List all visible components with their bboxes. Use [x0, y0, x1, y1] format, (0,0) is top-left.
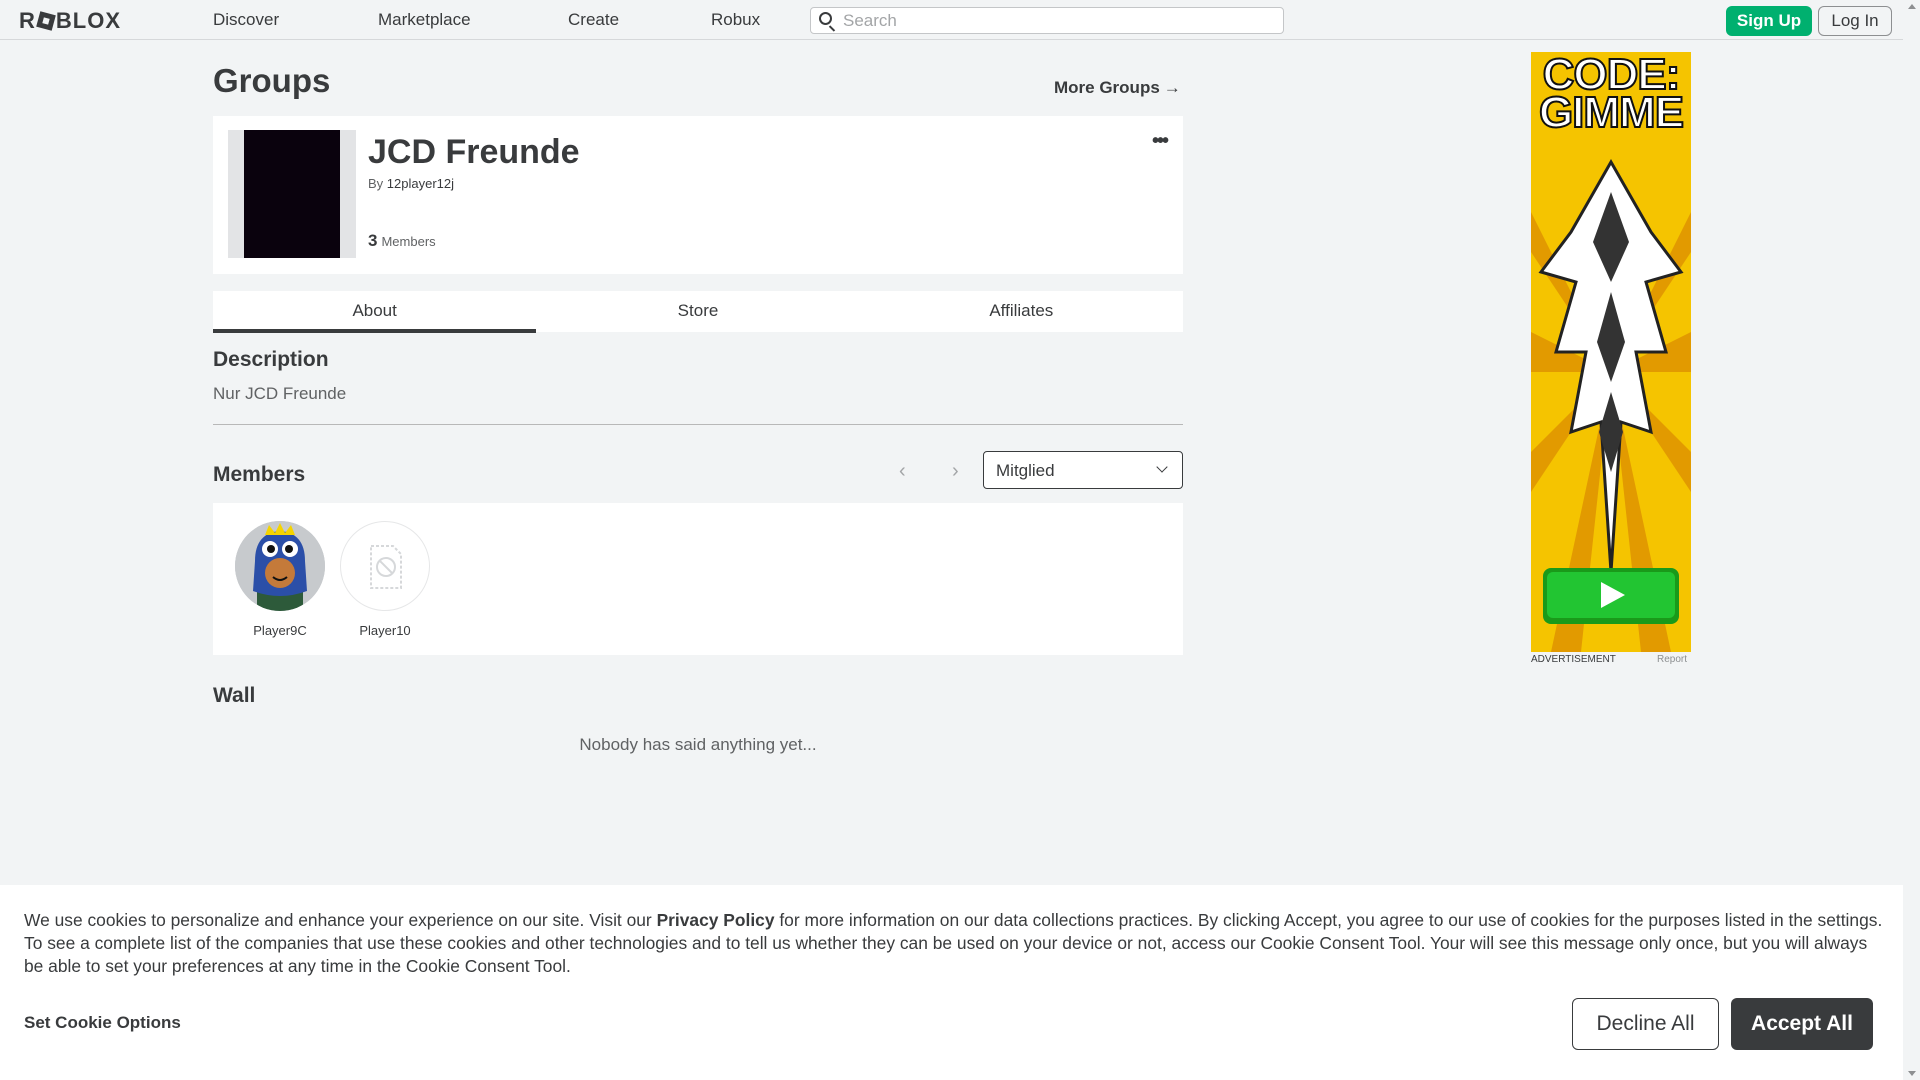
group-name: JCD Freunde: [368, 133, 580, 171]
search-input[interactable]: [843, 11, 1273, 31]
search-icon: [819, 12, 832, 25]
description-text: Nur JCD Freunde: [213, 384, 347, 403]
group-member-count: 3 Members: [368, 231, 436, 251]
cookie-banner: We use cookies to personalize and enhanc…: [0, 885, 1903, 1080]
set-cookie-options-link[interactable]: Set Cookie Options: [24, 1013, 181, 1033]
more-dots-icon[interactable]: •••: [1152, 130, 1169, 153]
avatar: [340, 521, 430, 611]
ad-report-link[interactable]: Report: [1657, 654, 1687, 665]
tab-affiliates[interactable]: Affiliates: [860, 291, 1183, 332]
sign-up-button[interactable]: Sign Up: [1726, 6, 1812, 36]
chevron-left-icon[interactable]: ‹: [899, 460, 906, 483]
member-item[interactable]: Player9C: [234, 521, 326, 638]
advertisement-banner[interactable]: CODE: GIMME: [1531, 52, 1691, 652]
nav-robux[interactable]: Robux: [711, 10, 760, 30]
top-nav-bar: R BLOX Discover Marketplace Create Robux …: [0, 0, 1920, 40]
group-tabs: About Store Affiliates: [213, 291, 1183, 333]
tab-about[interactable]: About: [213, 291, 537, 333]
privacy-policy-link[interactable]: Privacy Policy: [657, 910, 775, 930]
members-list: Player9C Player10: [213, 503, 1183, 655]
member-name: Player9C: [253, 623, 307, 638]
chevron-right-icon[interactable]: ›: [952, 460, 959, 483]
log-in-button[interactable]: Log In: [1818, 6, 1892, 36]
by-label: By: [368, 176, 384, 191]
wall-empty-message: Nobody has said anything yet...: [579, 735, 817, 754]
member-name: Player10: [359, 623, 411, 638]
avatar-image: [235, 521, 325, 611]
search-box[interactable]: [810, 7, 1284, 34]
members-heading: Members: [213, 463, 306, 486]
divider: [213, 424, 1183, 425]
decline-all-button[interactable]: Decline All: [1572, 998, 1719, 1050]
ad-artwork: [1531, 52, 1691, 652]
wall-heading: Wall: [213, 684, 256, 707]
nav-discover[interactable]: Discover: [213, 10, 279, 30]
description-heading: Description: [213, 348, 329, 371]
page-title: Groups: [213, 62, 331, 99]
chevron-down-icon: [1156, 461, 1168, 473]
nav-create[interactable]: Create: [568, 10, 619, 30]
role-dropdown-value: Mitglied: [996, 461, 1055, 480]
vertical-scrollbar[interactable]: [1903, 0, 1920, 1080]
blocked-image-icon: [370, 545, 402, 589]
avatar: [235, 521, 325, 611]
accept-all-button[interactable]: Accept All: [1731, 998, 1873, 1050]
role-dropdown[interactable]: Mitglied: [983, 451, 1183, 489]
cookie-text-before: We use cookies to personalize and enhanc…: [24, 910, 657, 930]
group-emblem: [228, 130, 356, 258]
member-item[interactable]: Player10: [339, 521, 431, 638]
roblox-logo[interactable]: R BLOX: [19, 8, 121, 34]
advertisement-label: ADVERTISEMENT: [1531, 654, 1616, 665]
cookie-message: We use cookies to personalize and enhanc…: [24, 909, 1884, 978]
group-header-card: JCD Freunde By 12player12j 3 Members •••: [213, 116, 1183, 274]
more-groups-label: More Groups: [1054, 78, 1160, 97]
arrow-right-icon: →: [1163, 78, 1181, 97]
member-count-value: 3: [368, 231, 378, 250]
nav-marketplace[interactable]: Marketplace: [378, 10, 471, 30]
group-emblem-image: [244, 130, 340, 258]
group-owner-line: By 12player12j: [368, 176, 454, 191]
more-groups-link[interactable]: More Groups →: [1054, 78, 1181, 98]
ad-headline: CODE: GIMME: [1538, 52, 1685, 137]
member-count-label: Members: [381, 234, 436, 249]
scroll-down-icon[interactable]: [1908, 1071, 1916, 1076]
tab-store[interactable]: Store: [536, 291, 859, 332]
group-owner-link[interactable]: 12player12j: [387, 176, 454, 191]
scroll-up-icon[interactable]: [1908, 4, 1916, 9]
